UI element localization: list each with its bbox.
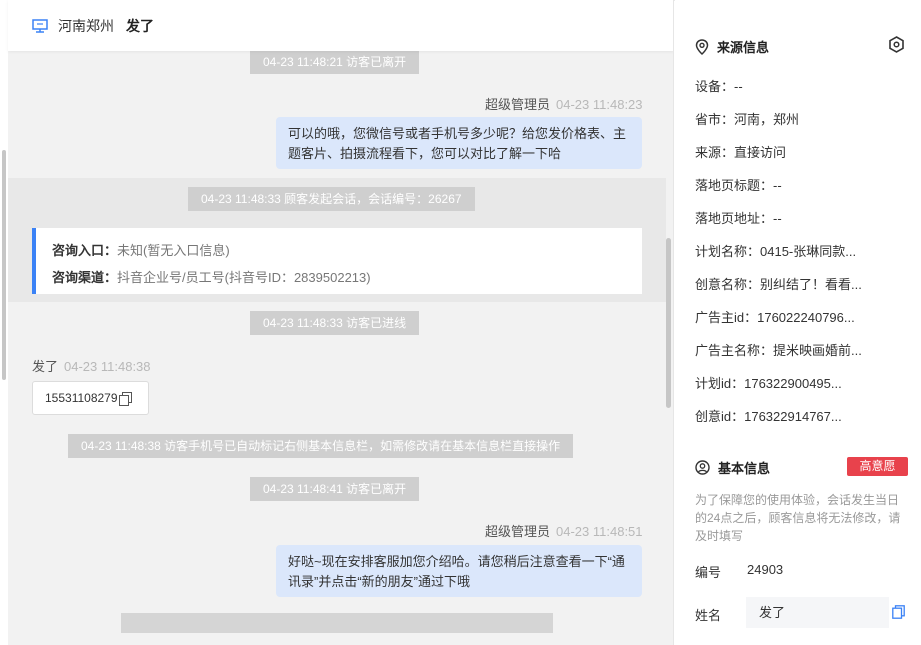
source-field-source: 来源：直接访问: [695, 145, 787, 160]
chat-area[interactable]: 河南郑州 发了 04-23 11:48:21 访客已离开 超级管理员 04-23 …: [0, 0, 674, 645]
visitor-name-label: 发了: [32, 359, 59, 374]
message-time: 04-23 11:48:38: [64, 359, 151, 374]
system-message: 04-23 11:48:41 访客已离开: [250, 477, 420, 501]
system-message-partial: [121, 613, 553, 633]
id-value: 24903: [747, 562, 784, 577]
copy-icon[interactable]: [892, 605, 905, 619]
source-info-header: 来源信息: [695, 37, 769, 56]
agent-message-meta: 超级管理员 04-23 11:48:51: [485, 521, 643, 540]
system-message: 04-23 11:48:33 顾客发起会话，会话编号：26267: [188, 187, 475, 211]
agent-message-bubble: 好哒~现在安排客服加您介绍哈。请您稍后注意查看一下“通 讯录”并点击“新的朋友”…: [276, 545, 642, 597]
visitor-location: 河南郑州: [58, 17, 114, 34]
basic-info-header: 基本信息: [695, 458, 770, 477]
source-field-device: 设备：--: [695, 79, 743, 94]
source-field-landing-url: 落地页地址：--: [695, 211, 782, 226]
source-field-plan-name: 计划名称：0415-张琳同款...: [695, 244, 857, 259]
visitor-phone-message[interactable]: 15531108279: [32, 381, 149, 415]
message-line: 好哒~现在安排客服加您介绍哈。请您稍后注意查看一下“通: [288, 554, 625, 569]
system-message: 04-23 11:48:21 访客已离开: [250, 50, 420, 74]
user-circle-icon: [695, 460, 710, 475]
message-line: 可以的哦，您微信号或者手机号多少呢？给您发价格表、主: [288, 126, 627, 141]
chat-scrollbar[interactable]: [666, 238, 671, 408]
phone-number: 15531108279: [45, 391, 118, 405]
name-field[interactable]: 发了: [746, 597, 889, 628]
copy-icon[interactable]: [118, 392, 132, 406]
visitor-name: 发了: [126, 17, 154, 34]
source-field-advertiser-id: 广告主id：176022240796...: [695, 310, 855, 325]
monitor-icon: [32, 18, 48, 33]
source-field-landing-title: 落地页标题：--: [695, 178, 782, 193]
edit-notice: 为了保障您的使用体验，会话发生当日的24点之后，顾客信息将无法修改，请及时填写: [695, 493, 901, 543]
source-field-advertiser-name: 广告主名称：提米映画婚前...: [695, 343, 862, 358]
source-field-creative-name: 创意名称：别纠结了！看看...: [695, 277, 862, 292]
visitor-info-panel: 来源信息 设备：-- 省市：河南，郑州 来源：直接访问 落地页标题：-- 落地页…: [675, 0, 921, 645]
source-field-creative-id: 创意id：176322914767...: [695, 409, 842, 424]
id-label: 编号: [695, 565, 722, 580]
agent-name: 超级管理员: [485, 524, 551, 539]
intent-badge[interactable]: 高意愿: [847, 457, 908, 476]
message-time: 04-23 11:48:23: [556, 97, 643, 112]
entry-row: 咨询入口：未知(暂无入口信息): [52, 237, 626, 264]
entry-info-card: 咨询入口：未知(暂无入口信息) 咨询渠道：抖音企业号/员工号(抖音号ID：283…: [32, 228, 642, 294]
entry-label: 咨询入口：: [52, 243, 118, 258]
system-message: 04-23 11:48:33 访客已进线: [250, 311, 420, 335]
message-time: 04-23 11:48:51: [556, 524, 643, 539]
app: 河南郑州 发了 04-23 11:48:21 访客已离开 超级管理员 04-23 …: [0, 0, 921, 645]
basic-info-title: 基本信息: [718, 461, 771, 476]
channel-label: 咨询渠道：: [52, 270, 118, 285]
location-pin-icon: [695, 38, 709, 55]
agent-name: 超级管理员: [485, 97, 551, 112]
channel-value: 抖音企业号/员工号(抖音号ID：2839502213): [117, 270, 371, 285]
channel-row: 咨询渠道：抖音企业号/员工号(抖音号ID：2839502213): [52, 264, 626, 291]
source-field-province: 省市：河南，郑州: [695, 112, 800, 127]
system-message: 04-23 11:48:38 访客手机号已自动标记右侧基本信息栏，如需修改请在基…: [68, 434, 574, 458]
chat-header: 河南郑州 发了: [8, 0, 673, 51]
name-label: 姓名: [695, 608, 722, 623]
entry-value: 未知(暂无入口信息): [117, 243, 230, 258]
visitor-message-meta: 发了 04-23 11:48:38: [32, 356, 151, 375]
left-scrollbar[interactable]: [2, 150, 6, 380]
agent-message-bubble: 可以的哦，您微信号或者手机号多少呢？给您发价格表、主 题客片、拍摄流程看下，您可…: [276, 117, 642, 169]
agent-message-meta: 超级管理员 04-23 11:48:23: [485, 94, 643, 113]
source-field-plan-id: 计划id：176322900495...: [695, 376, 842, 391]
settings-hex-icon[interactable]: [888, 36, 905, 53]
message-line: 讯录”并点击“新的朋友”通过下哦: [288, 574, 470, 589]
source-info-title: 来源信息: [717, 40, 770, 55]
message-line: 题客片、拍摄流程看下，您可以对比了解一下哈: [288, 146, 562, 161]
